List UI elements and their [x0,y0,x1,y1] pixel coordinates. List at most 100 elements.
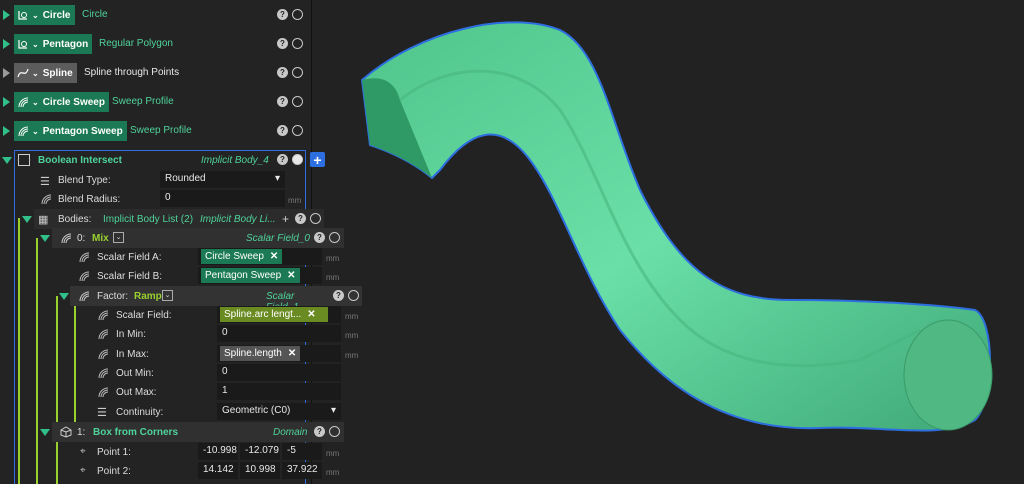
help-icon[interactable]: ? [277,67,288,78]
point2-label: Point 2: [97,466,131,477]
blend-type-select[interactable]: Rounded ▾ [160,171,285,188]
visibility-icon[interactable] [292,67,303,78]
point1-label: Point 1: [97,447,131,458]
in-max-label: In Max: [116,349,149,360]
node-row-circle-sweep[interactable]: ⌄ Circle Sweep Sweep Profile ? [0,92,310,112]
point1-y-input[interactable]: -12.079 [240,443,280,460]
blend-type-label: Blend Type: [58,175,111,186]
visibility-icon[interactable] [329,232,340,243]
list-icon: ☰ [97,407,107,419]
node-row-boolean-intersect[interactable]: Boolean Intersect Implicit Body_4 ? [0,150,310,170]
remove-icon[interactable]: ✕ [270,251,278,262]
point2-x-input[interactable]: 14.142 [198,462,238,479]
out-max-input[interactable]: 1 [217,383,341,400]
collapse-arrow-icon[interactable] [40,235,50,242]
field-icon [78,251,90,266]
field-icon [16,124,30,138]
remove-icon[interactable]: ✕ [288,348,296,359]
visibility-icon[interactable] [348,290,359,301]
help-icon[interactable]: ? [314,426,325,437]
mix-type: Scalar Field_0 [246,233,310,244]
blend-radius-input[interactable]: 0 [160,190,285,207]
help-icon[interactable]: ? [295,213,306,224]
factor-title: Ramp [134,291,162,302]
help-icon[interactable]: ? [314,232,325,243]
dropdown-arrow-icon: ▾ [330,405,336,416]
point-icon: ⌖ [80,465,86,476]
unit-label: mm [345,331,359,340]
help-icon[interactable]: ? [277,38,288,49]
expand-arrow-icon[interactable] [3,97,10,107]
unit-label: mm [326,449,340,458]
scalar-field-label: Scalar Field: [116,310,172,321]
unit-label: mm [345,312,359,321]
bodies-type: Implicit Body Li... [200,214,276,225]
point1-z-input[interactable]: -5 [282,443,322,460]
dropdown-icon[interactable]: ⌄ [162,290,173,301]
node-chip-circle[interactable]: ⌄ Circle [14,5,75,25]
collapse-arrow-icon[interactable] [2,157,12,164]
node-panel: ⌄ Circle Circle ? ⌄ Pentagon Regular Polyg… [0,0,362,484]
collapse-arrow-icon[interactable] [22,216,32,223]
scalar-field-a-label: Scalar Field A: [97,252,162,263]
visibility-icon[interactable] [292,38,303,49]
expand-arrow-icon[interactable] [3,39,10,49]
boolean-type: Implicit Body_4 [201,155,269,166]
node-row-pentagon[interactable]: ⌄ Pentagon Regular Polygon ? [0,34,310,54]
expand-arrow-icon[interactable] [3,68,10,78]
help-icon[interactable]: ? [333,290,344,301]
scalar-field-b-label: Scalar Field B: [97,271,163,282]
visibility-icon[interactable] [292,125,303,136]
scalar-field-tag[interactable]: Spline.arc lengt... ✕ [220,307,328,322]
visibility-icon[interactable] [292,96,303,107]
point2-z-input[interactable]: 37.922 [282,462,322,479]
field-icon [78,270,90,285]
box-title: Box from Corners [93,427,179,438]
in-max-tag[interactable]: Spline.length ✕ [220,346,301,361]
help-icon[interactable]: ? [277,96,288,107]
visibility-icon[interactable] [292,9,303,20]
add-icon[interactable]: + [282,212,289,226]
expand-arrow-icon[interactable] [3,10,10,20]
node-chip-spline[interactable]: ⌄ Spline [14,63,77,83]
node-row-pentagon-sweep[interactable]: ⌄ Pentagon Sweep Sweep Profile ? [0,121,310,141]
node-row-spline[interactable]: ⌄ Spline Spline through Points ? [0,63,310,83]
visibility-icon[interactable] [292,154,303,165]
node-chip-pentagon-sweep[interactable]: ⌄ Pentagon Sweep [14,121,127,141]
field-icon [60,232,72,247]
help-icon[interactable]: ? [277,9,288,20]
boolean-icon [18,154,30,166]
scalar-field-a-tag[interactable]: Circle Sweep ✕ [201,249,283,264]
expand-arrow-icon[interactable] [3,126,10,136]
remove-icon[interactable]: ✕ [287,270,295,281]
viewport-shape[interactable] [312,0,1024,484]
visibility-icon[interactable] [329,426,340,437]
visibility-icon[interactable] [310,213,321,224]
point1-x-input[interactable]: -10.998 [198,443,238,460]
help-icon[interactable]: ? [277,154,288,165]
out-min-input[interactable]: 0 [217,364,341,381]
add-button[interactable]: + [310,152,325,168]
tree-line [74,306,76,426]
unit-label: mm [288,196,302,205]
help-icon[interactable]: ? [277,125,288,136]
node-subtitle: Circle [82,9,108,20]
scalar-field-b-tag[interactable]: Pentagon Sweep ✕ [201,268,300,283]
node-row-circle[interactable]: ⌄ Circle Circle ? [0,5,310,25]
node-chip-pentagon[interactable]: ⌄ Pentagon [14,34,93,54]
boolean-title: Boolean Intersect [38,155,122,166]
continuity-select[interactable]: Geometric (C0) ▾ [217,403,341,420]
collapse-arrow-icon[interactable] [59,293,69,300]
tree-line [56,296,58,426]
in-min-input[interactable]: 0 [217,325,341,342]
point2-y-input[interactable]: 10.998 [240,462,280,479]
continuity-label: Continuity: [116,407,164,418]
node-chip-circle-sweep[interactable]: ⌄ Circle Sweep [14,92,109,112]
mix-title: Mix [92,233,109,244]
collapse-arrow-icon[interactable] [40,429,50,436]
remove-icon[interactable]: ✕ [307,309,315,320]
sketch-icon [16,37,30,51]
unit-label: mm [345,351,359,360]
field-icon [97,309,109,324]
dropdown-icon[interactable]: ⌄ [113,232,124,243]
